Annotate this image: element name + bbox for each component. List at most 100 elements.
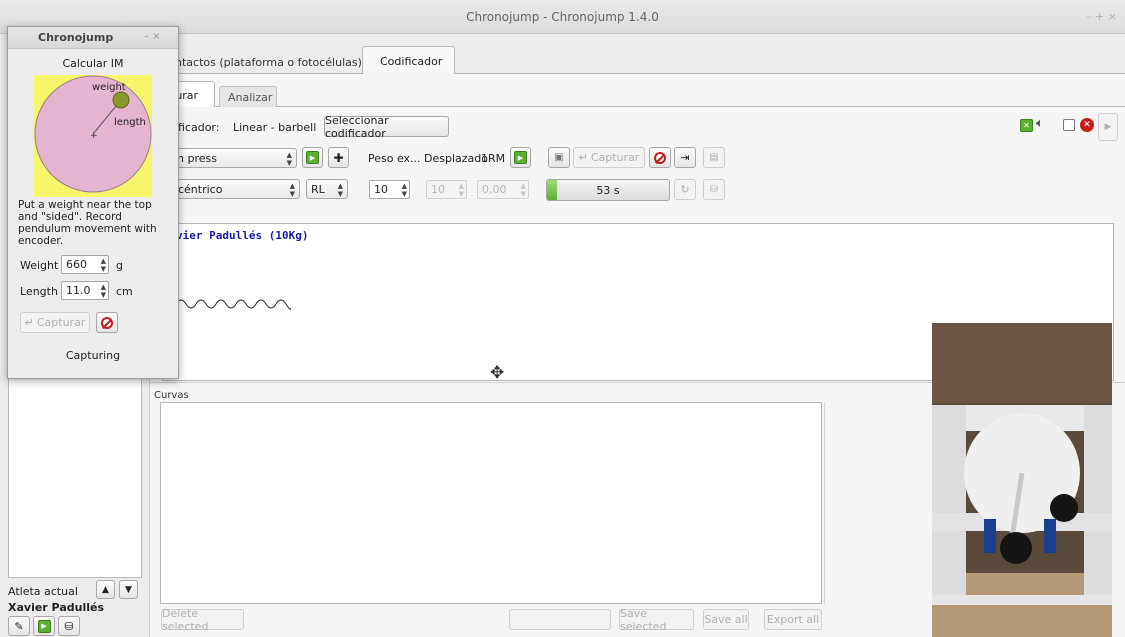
pendulum-diagram: + — [34, 75, 152, 197]
threshold-spin[interactable]: 10 ▲ ▼ — [426, 180, 467, 199]
weight-marker — [112, 91, 130, 109]
delete-signal-button[interactable]: ⛁ — [703, 179, 725, 200]
dialog-stop-button[interactable] — [96, 312, 118, 333]
center-mark: + — [90, 131, 98, 141]
dialog-instructions: Put a weight near the top and "sided". R… — [18, 199, 157, 247]
rm-label: 1RM — [481, 152, 506, 165]
recalculate-button[interactable]: ↻ — [674, 179, 696, 200]
dialog-capture-label: Capturar — [36, 316, 86, 329]
strap-blue-right — [1044, 519, 1056, 553]
add-exercise-button[interactable]: ✚ — [328, 147, 349, 168]
save-selected-button[interactable]: Save selected — [619, 607, 694, 633]
length-spin[interactable]: 11.0 ▲ ▼ — [61, 281, 109, 300]
stop-button[interactable] — [649, 147, 671, 168]
laterality-combo[interactable]: RL ▲ ▼ — [306, 179, 348, 199]
time-progress-bar: 53 s — [546, 179, 670, 201]
athlete-up-button[interactable]: ▲ — [96, 580, 115, 599]
delete-athlete-button[interactable]: ⛁ — [58, 616, 80, 636]
tab-analyze-label: Analizar — [228, 91, 273, 104]
inertia-dialog: Chronojump – × Calcular IM + weight leng… — [7, 26, 179, 379]
save-all-button[interactable]: Save all — [703, 609, 749, 630]
athlete-info-button[interactable]: ▶ — [33, 616, 55, 636]
tab-encoder-label: Codificador — [380, 55, 443, 68]
speaker-icon[interactable]: 🔈︎ — [1036, 116, 1044, 131]
export-all-button[interactable]: Export all — [764, 609, 822, 630]
threshold-value: 10 — [431, 183, 445, 196]
enter-icon: ↵ — [24, 316, 34, 329]
encoder-label: ficador: — [178, 121, 220, 134]
rm-button[interactable]: ▶ — [510, 147, 531, 168]
decimal-spin[interactable]: 0,00 ▲ ▼ — [477, 180, 529, 199]
curves-progress — [509, 609, 611, 630]
exercise-combo[interactable]: ch press ▲ ▼ — [166, 148, 297, 168]
diagram-weight-label: weight — [92, 82, 126, 93]
combo-arrows-icon: ▲ ▼ — [289, 182, 295, 198]
weight-spin[interactable]: 660 ▲ ▼ — [61, 255, 109, 274]
sound-check-icon[interactable]: ✕ — [1020, 119, 1033, 132]
finish-button[interactable]: ⇥ — [674, 147, 696, 168]
play-button[interactable]: ▶ — [1098, 113, 1118, 141]
length-spin-value: 11.0 — [66, 284, 91, 297]
curves-label: Curvas — [154, 390, 189, 401]
curves-list[interactable] — [160, 402, 822, 604]
green-play-icon: ▶ — [514, 151, 527, 164]
dialog-status: Capturing — [65, 349, 121, 362]
athlete-list[interactable] — [8, 378, 142, 578]
combo-arrows-icon: ▲ ▼ — [286, 151, 292, 167]
encoder-weight-2 — [1050, 494, 1078, 522]
decimal-value: 0,00 — [482, 183, 507, 196]
camera-button[interactable]: ▣ — [548, 147, 570, 168]
spin-arrows-icon: ▲ ▼ — [458, 182, 464, 198]
encoder-value: Linear - barbell — [233, 121, 317, 134]
time-progress-label: 53 s — [596, 184, 620, 197]
webcam-image — [932, 323, 1112, 637]
athlete-down-button[interactable]: ▼ — [119, 580, 138, 599]
sub-tab-bar — [150, 106, 1125, 107]
encoder-weight — [1000, 532, 1032, 564]
window-controls[interactable]: – + × — [1086, 10, 1117, 23]
diagram-length-label: length — [114, 117, 146, 128]
length-unit: cm — [116, 285, 133, 298]
select-encoder-button[interactable]: Seleccionar codificador — [324, 114, 449, 140]
capture-button[interactable]: ↵ Capturar — [573, 147, 645, 168]
dialog-controls[interactable]: – × — [144, 31, 161, 42]
stop-icon — [101, 316, 113, 329]
frame-left — [932, 405, 966, 595]
green-play-icon: ▶ — [37, 619, 51, 633]
strap-blue-left — [984, 519, 996, 553]
length-label: Length — [20, 285, 58, 298]
dialog-title: Chronojump — [38, 31, 114, 44]
curves-divider — [824, 402, 828, 604]
window-title: Chronojump - Chronojump 1.4.0 — [466, 10, 659, 24]
signal-wave — [176, 299, 291, 310]
spin-arrows-icon: ▲ ▼ — [520, 182, 526, 198]
tab-analyze[interactable]: Analizar — [219, 86, 277, 107]
base-board — [932, 595, 1112, 605]
delete-selected-button[interactable]: Delete selected — [161, 607, 244, 633]
repetitions-value: 10 — [374, 183, 388, 196]
green-play-icon: ▶ — [306, 151, 319, 164]
tab-encoder[interactable]: Codificador — [362, 46, 455, 75]
contraction-combo[interactable]: ncéntrico ▲ ▼ — [166, 179, 300, 199]
current-athlete-label: Atleta actual — [8, 585, 78, 598]
save-curve-button[interactable]: ▤ — [703, 147, 725, 168]
webcam-wall — [932, 323, 1112, 403]
move-cursor-icon: ✥ — [490, 363, 505, 383]
weight-label: Weight — [20, 259, 59, 272]
checkbox[interactable] — [1063, 119, 1075, 131]
capture-label: Capturar — [590, 151, 640, 164]
dialog-capture-button[interactable]: ↵ Capturar — [20, 312, 90, 333]
tab-contacts[interactable]: ntactos (plataforma o fotocélulas) — [175, 56, 362, 69]
graph-athlete-label: vier Padullés (10Kg) — [176, 229, 309, 242]
edit-athlete-button[interactable]: ✎ — [8, 616, 30, 636]
exercise-info-button[interactable]: ▶ — [302, 147, 323, 168]
close-red-icon[interactable]: ✕ — [1080, 118, 1094, 132]
signal-wave-path — [176, 299, 291, 310]
combo-arrows-icon: ▲ ▼ — [337, 182, 343, 198]
weight-displaced-label: Peso ex... Desplazado — [368, 152, 489, 165]
spin-arrows-icon: ▲ ▼ — [100, 283, 106, 299]
repetitions-spin[interactable]: 10 ▲ ▼ — [369, 180, 410, 199]
dialog-heading: Calcular IM — [62, 57, 124, 70]
stop-icon — [654, 151, 666, 164]
enter-icon: ↵ — [578, 151, 588, 164]
